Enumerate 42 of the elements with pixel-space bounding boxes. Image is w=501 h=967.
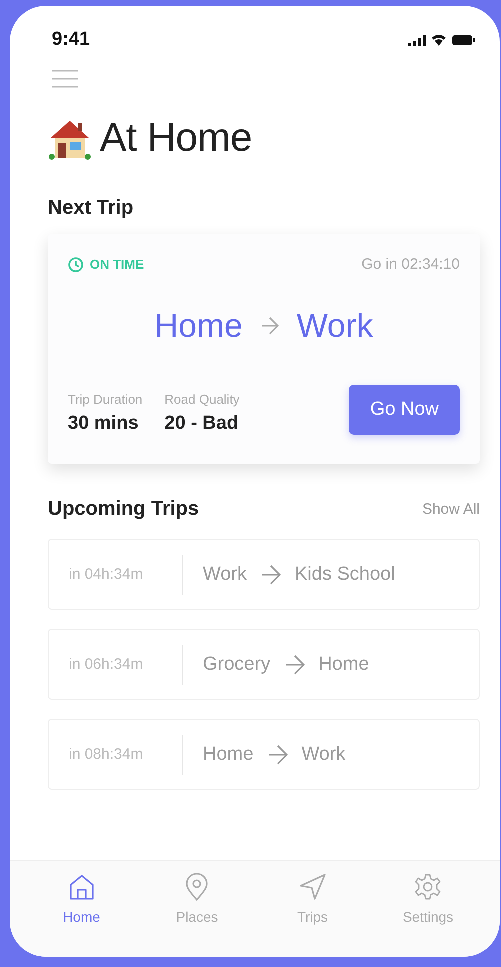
- arrow-icon: [284, 654, 305, 674]
- wifi-icon: [431, 34, 447, 46]
- signal-icon: [408, 34, 426, 46]
- trip-row[interactable]: in 04h:34m Work Kids School: [48, 539, 480, 610]
- stat-value: 20 - Bad: [164, 413, 240, 435]
- clock-icon: [68, 256, 84, 272]
- go-now-button[interactable]: Go Now: [349, 385, 460, 435]
- page-title: At Home: [100, 116, 252, 161]
- menu-icon[interactable]: [52, 70, 78, 88]
- arrow-icon: [268, 744, 288, 764]
- trip-time: in 06h:34m: [69, 644, 183, 684]
- section-heading: Next Trip: [48, 197, 135, 220]
- trip-row[interactable]: in 06h:34m Grocery Home: [48, 629, 480, 700]
- status-label: ON TIME: [90, 257, 144, 272]
- stat-label: Trip Duration: [68, 392, 143, 407]
- origin-label: Home: [203, 744, 254, 766]
- stat-value: 30 mins: [68, 413, 140, 435]
- arrow-icon: [260, 564, 281, 584]
- tab-bar-item[interactable]: Trips: [272, 873, 353, 931]
- destination-label: Work: [296, 307, 374, 345]
- navigation-arrow-icon: [298, 873, 327, 901]
- stat-label: Road Quality: [164, 392, 240, 407]
- destination-label: Home: [318, 654, 370, 676]
- status-time: 9:41: [52, 29, 90, 51]
- countdown-text: Go in 02:34:10: [362, 256, 460, 273]
- trip-time: in 08h:34m: [69, 734, 183, 774]
- battery-icon: [452, 34, 476, 46]
- trip-row[interactable]: in 08h:34m Home Work: [48, 719, 480, 790]
- destination-label: Kids School: [294, 564, 396, 586]
- arrow-icon: [260, 317, 279, 335]
- show-all-link[interactable]: Show All: [422, 501, 480, 518]
- section-heading: Upcoming Trips: [48, 498, 200, 521]
- tab-bar-item[interactable]: Places: [157, 873, 238, 931]
- origin-label: Grocery: [203, 654, 271, 676]
- settings-icon: [414, 873, 442, 901]
- trip-time: in 04h:34m: [69, 554, 183, 594]
- destination-label: Work: [302, 744, 346, 766]
- tab-bar-item[interactable]: Home: [42, 873, 122, 931]
- tab-bar-item[interactable]: Settings: [388, 873, 468, 931]
- origin-label: Work: [203, 564, 247, 586]
- origin-label: Home: [154, 307, 243, 345]
- home-icon: [68, 873, 96, 901]
